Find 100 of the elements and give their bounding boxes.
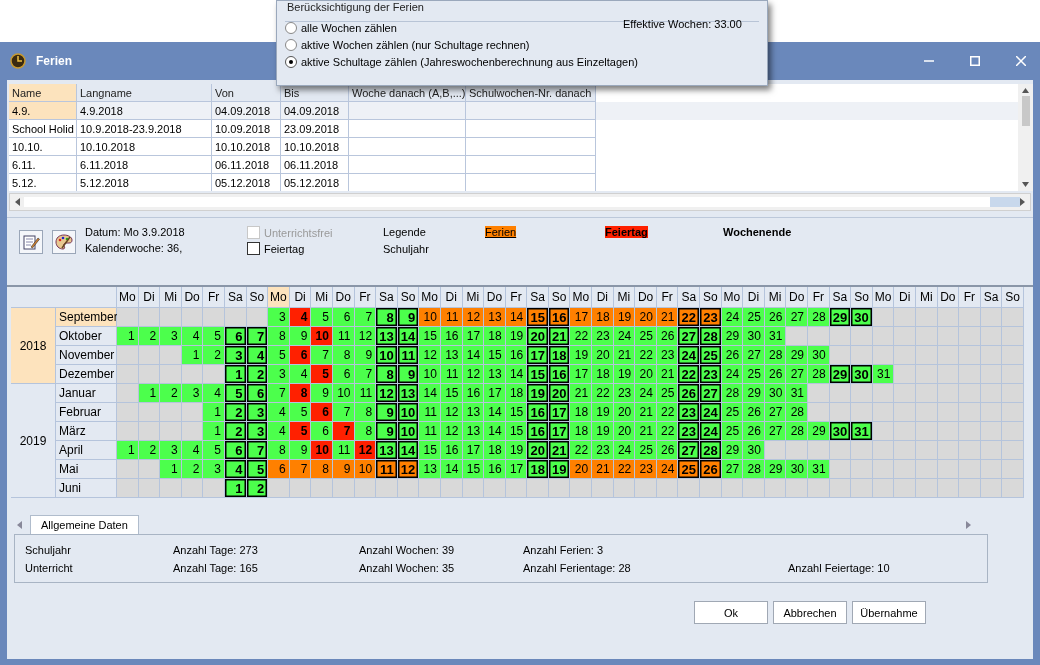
day-cell[interactable]: 13 <box>484 308 505 326</box>
day-cell[interactable]: 1 <box>160 460 181 478</box>
day-cell[interactable]: 16 <box>548 308 570 326</box>
day-cell[interactable]: 31 <box>808 460 829 478</box>
day-cell[interactable]: 28 <box>721 384 743 402</box>
month-label[interactable]: November <box>56 346 116 364</box>
day-cell[interactable]: 2 <box>224 422 246 440</box>
year-label[interactable]: 2019 <box>11 384 55 497</box>
day-cell[interactable]: 24 <box>656 460 678 478</box>
table-cell[interactable]: 5.12. <box>9 174 77 191</box>
day-cell[interactable]: 29 <box>786 346 807 364</box>
day-cell[interactable]: 19 <box>505 327 527 345</box>
day-cell[interactable]: 5 <box>268 346 289 364</box>
day-cell[interactable]: 8 <box>332 346 354 364</box>
day-cell[interactable]: 27 <box>678 441 700 459</box>
day-cell[interactable]: 7 <box>332 403 354 421</box>
day-cell[interactable]: 25 <box>678 460 700 478</box>
day-cell[interactable]: 7 <box>354 308 376 326</box>
day-cell[interactable]: 19 <box>548 460 570 478</box>
day-cell[interactable]: 19 <box>613 365 635 383</box>
day-cell[interactable]: 17 <box>505 460 527 478</box>
day-cell[interactable]: 8 <box>289 384 311 402</box>
day-cell[interactable]: 1 <box>224 365 246 383</box>
day-cell[interactable]: 5 <box>311 365 332 383</box>
day-cell[interactable]: 31 <box>786 384 807 402</box>
day-cell[interactable]: 23 <box>656 346 678 364</box>
day-cell[interactable]: 30 <box>743 441 764 459</box>
day-cell[interactable]: 16 <box>505 346 527 364</box>
day-cell[interactable]: 1 <box>117 327 138 345</box>
radio-label[interactable]: aktive Schultage zählen (Jahreswochenberechnung aus Einzeltagen) <box>301 56 638 68</box>
arrow-left-icon[interactable] <box>17 520 22 529</box>
day-cell[interactable]: 22 <box>678 308 700 326</box>
day-cell[interactable]: 15 <box>440 384 462 402</box>
day-cell[interactable]: 3 <box>160 327 181 345</box>
day-cell[interactable]: 13 <box>419 460 440 478</box>
day-cell[interactable]: 13 <box>440 346 462 364</box>
day-cell[interactable]: 5 <box>203 327 224 345</box>
table-cell[interactable]: 05.12.2018 <box>281 174 349 191</box>
vertical-scrollbar[interactable] <box>1018 84 1033 191</box>
arrow-up-icon[interactable] <box>1022 88 1029 93</box>
day-cell[interactable]: 4 <box>181 327 203 345</box>
day-cell[interactable]: 29 <box>808 422 829 440</box>
day-cell[interactable]: 18 <box>527 460 548 478</box>
day-cell[interactable]: 18 <box>592 308 613 326</box>
day-cell[interactable]: 20 <box>613 422 635 440</box>
day-cell[interactable]: 5 <box>203 441 224 459</box>
day-cell[interactable]: 10 <box>397 422 419 440</box>
day-cell[interactable]: 2 <box>138 441 160 459</box>
day-cell[interactable]: 7 <box>311 346 332 364</box>
month-label[interactable]: September <box>56 308 116 326</box>
day-cell[interactable]: 22 <box>570 441 592 459</box>
day-cell[interactable]: 27 <box>743 346 764 364</box>
arrow-right-icon[interactable] <box>966 520 971 529</box>
day-cell[interactable]: 25 <box>656 384 678 402</box>
day-cell[interactable]: 19 <box>505 441 527 459</box>
arrow-down-icon[interactable] <box>1022 182 1029 187</box>
day-cell[interactable]: 6 <box>289 346 311 364</box>
day-cell[interactable]: 28 <box>700 441 721 459</box>
day-cell[interactable]: 11 <box>419 403 440 421</box>
day-cell[interactable]: 7 <box>246 327 268 345</box>
day-cell[interactable]: 30 <box>851 308 872 326</box>
day-cell[interactable]: 14 <box>419 384 440 402</box>
day-cell[interactable]: 2 <box>138 327 160 345</box>
day-cell[interactable]: 25 <box>635 441 656 459</box>
table-cell[interactable]: 4.9. <box>9 102 77 120</box>
day-cell[interactable]: 20 <box>613 403 635 421</box>
day-cell[interactable]: 15 <box>462 460 484 478</box>
day-cell[interactable]: 2 <box>160 384 181 402</box>
day-cell[interactable]: 6 <box>268 460 289 478</box>
day-cell[interactable]: 24 <box>700 403 721 421</box>
day-cell[interactable]: 7 <box>289 460 311 478</box>
day-cell[interactable]: 19 <box>613 308 635 326</box>
day-cell[interactable]: 4 <box>289 308 311 326</box>
day-cell[interactable]: 14 <box>397 327 419 345</box>
day-cell[interactable]: 28 <box>786 422 807 440</box>
day-cell[interactable]: 9 <box>289 327 311 345</box>
day-cell[interactable]: 2 <box>203 346 224 364</box>
day-cell[interactable]: 3 <box>181 384 203 402</box>
day-cell[interactable]: 11 <box>354 384 376 402</box>
day-cell[interactable]: 21 <box>613 346 635 364</box>
checkbox[interactable] <box>247 242 260 255</box>
day-cell[interactable]: 2 <box>224 403 246 421</box>
palette-button[interactable] <box>52 230 76 254</box>
day-cell[interactable]: 7 <box>268 384 289 402</box>
day-cell[interactable]: 8 <box>268 327 289 345</box>
day-cell[interactable]: 13 <box>462 422 484 440</box>
day-cell[interactable]: 14 <box>505 308 527 326</box>
day-cell[interactable]: 21 <box>592 460 613 478</box>
day-cell[interactable]: 25 <box>635 327 656 345</box>
day-cell[interactable]: 6 <box>332 365 354 383</box>
day-cell[interactable]: 27 <box>764 422 786 440</box>
month-label[interactable]: Februar <box>56 403 116 421</box>
day-cell[interactable]: 29 <box>829 365 851 383</box>
day-cell[interactable]: 18 <box>484 327 505 345</box>
day-cell[interactable]: 27 <box>786 365 807 383</box>
checkbox-label[interactable]: Feiertag <box>264 242 305 255</box>
month-label[interactable]: April <box>56 441 116 459</box>
day-cell[interactable]: 19 <box>592 403 613 421</box>
column-header[interactable]: Langname <box>77 84 212 102</box>
day-cell[interactable]: 29 <box>743 384 764 402</box>
